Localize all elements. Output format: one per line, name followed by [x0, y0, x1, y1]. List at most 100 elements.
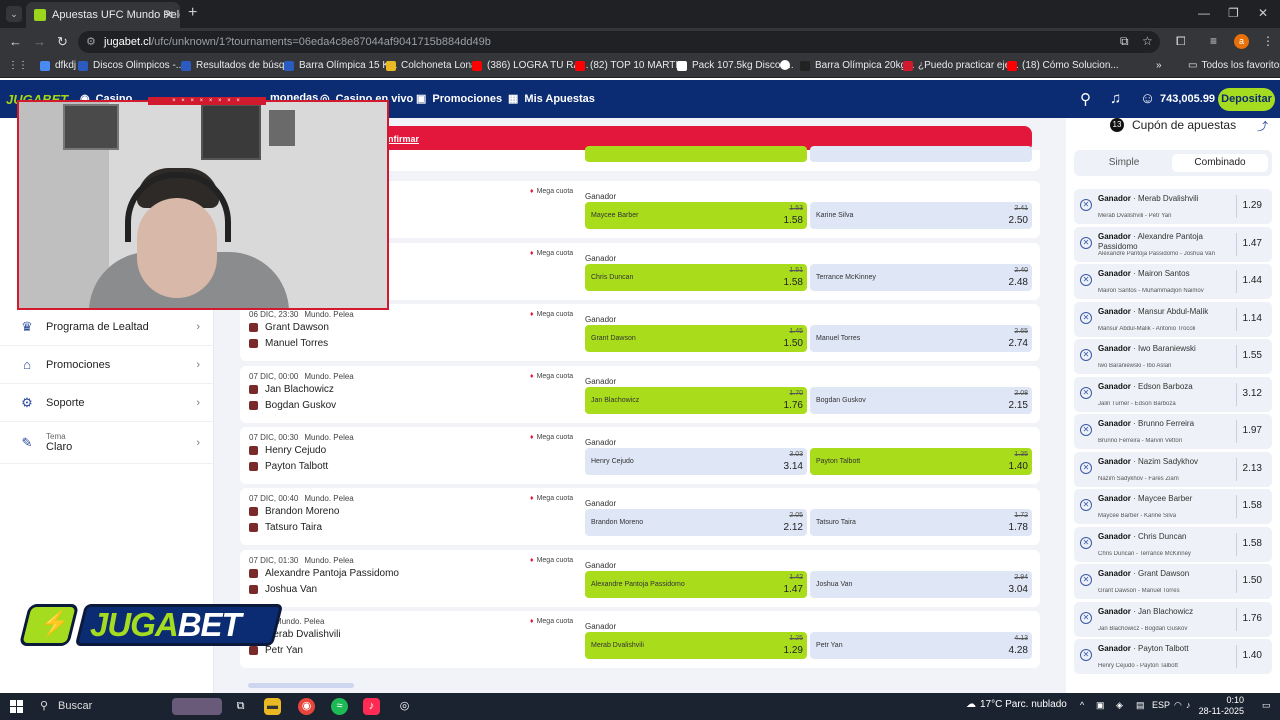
- bookmark-item[interactable]: (386) LOGRA TU RA...: [472, 60, 589, 71]
- user-icon[interactable]: ☺: [1140, 90, 1155, 107]
- deposit-button[interactable]: Depositar: [1218, 88, 1275, 111]
- remove-bet-icon[interactable]: ✕: [1080, 199, 1092, 211]
- chrome-icon[interactable]: ◉: [298, 698, 315, 715]
- fighter-1[interactable]: Grant Dawson: [249, 322, 329, 333]
- remove-bet-icon[interactable]: ✕: [1080, 349, 1092, 361]
- bookmark-item[interactable]: Barra Olímpica 15 K...: [284, 60, 397, 71]
- remove-bet-icon[interactable]: ✕: [1080, 386, 1092, 399]
- profile-avatar[interactable]: a: [1234, 34, 1249, 49]
- odd-button[interactable]: Maycee Barber 1.53 1.58: [585, 202, 807, 229]
- remove-bet-icon[interactable]: ✕: [1080, 611, 1092, 624]
- odd-button[interactable]: Joshua Van 2.94 3.04: [810, 571, 1032, 598]
- bookmark-item[interactable]: ¿Puedo practicar eje...: [903, 60, 1019, 71]
- odd-button[interactable]: Tatsuro Taira 1.72 1.78: [810, 509, 1032, 536]
- sidebar-item-promociones[interactable]: ⌂ Promociones ›: [0, 346, 214, 384]
- bookmark-item[interactable]: dfkdj: [40, 60, 76, 71]
- odd-button[interactable]: Brandon Moreno 2.05 2.12: [585, 509, 807, 536]
- sidebar-item-theme[interactable]: ✎ Tema Claro ›: [0, 422, 214, 464]
- fighter-2[interactable]: Petr Yan: [249, 645, 303, 656]
- browser-tab-active[interactable]: Apuestas UFC Mundo Pelea en ✕: [26, 2, 180, 28]
- nav-mis-apuestas[interactable]: ▦ Mis Apuestas: [508, 92, 595, 105]
- tray-app-icon[interactable]: ▤: [1136, 700, 1145, 711]
- obs-icon[interactable]: ◎: [396, 698, 413, 715]
- forward-icon[interactable]: →: [33, 34, 46, 49]
- windows-start-icon[interactable]: [10, 700, 23, 713]
- bookmark-item[interactable]: Discos Olimpicos -...: [78, 60, 184, 71]
- tab-combinado[interactable]: Combinado: [1172, 154, 1268, 172]
- search-icon[interactable]: ⚲: [1080, 90, 1091, 108]
- odd-button[interactable]: Henry Cejudo 3.03 3.14: [585, 448, 807, 475]
- taskbar-clock[interactable]: 0:10 28-11-2025: [1198, 695, 1244, 717]
- remove-bet-icon[interactable]: ✕: [1080, 499, 1092, 511]
- odd-button[interactable]: Bogdan Guskov 2.08 2.15: [810, 387, 1032, 414]
- task-view-icon[interactable]: ⧉: [232, 698, 249, 715]
- bookmark-item[interactable]: (18) Cómo Solucion...: [1007, 60, 1119, 71]
- tab-simple[interactable]: Simple: [1076, 154, 1172, 172]
- odd-button[interactable]: Manuel Torres 2.65 2.74: [810, 325, 1032, 352]
- more-bookmarks-icon[interactable]: »: [1156, 60, 1162, 71]
- share-icon[interactable]: ⤴: [1257, 118, 1268, 134]
- install-app-icon[interactable]: ⧉: [1120, 34, 1129, 49]
- odd-button[interactable]: Chris Duncan 1.51 1.58: [585, 264, 807, 291]
- file-explorer-icon[interactable]: ▬: [264, 698, 281, 715]
- all-favorites-folder[interactable]: ▭ Todos los favoritos: [1188, 60, 1280, 71]
- restore-icon[interactable]: ❐: [1228, 6, 1239, 20]
- remove-bet-icon[interactable]: ✕: [1080, 274, 1092, 286]
- extensions-icon[interactable]: ⧠: [1176, 34, 1186, 49]
- close-window-icon[interactable]: ✕: [1258, 6, 1268, 20]
- tray-app-icon[interactable]: ▣: [1096, 700, 1105, 711]
- fighter-1[interactable]: Jan Blachowicz: [249, 384, 334, 395]
- address-bar[interactable]: ⚙ jugabet.cl/ufc/unknown/1?tournaments=0…: [78, 31, 1160, 53]
- fighter-2[interactable]: Tatsuro Taira: [249, 522, 322, 533]
- bell-icon[interactable]: ♫: [1110, 90, 1121, 107]
- balance[interactable]: 743,005.99 $: [1160, 93, 1224, 105]
- minimize-icon[interactable]: —: [1198, 6, 1210, 20]
- bookmark-item[interactable]: [780, 60, 795, 70]
- menu-kebab-icon[interactable]: ⋮: [1262, 34, 1274, 48]
- fighter-2[interactable]: Payton Talbott: [249, 461, 328, 472]
- fighter-2[interactable]: Manuel Torres: [249, 338, 328, 349]
- wifi-icon[interactable]: ◠: [1174, 700, 1182, 711]
- bookmark-star-icon[interactable]: ☆: [1142, 34, 1153, 48]
- nav-promociones[interactable]: ▣ Promociones: [416, 92, 502, 105]
- reload-icon[interactable]: ↻: [57, 34, 68, 50]
- remove-bet-icon[interactable]: ✕: [1080, 424, 1092, 436]
- remove-bet-icon[interactable]: ✕: [1080, 574, 1092, 586]
- remove-bet-icon[interactable]: ✕: [1080, 311, 1092, 324]
- odd-button[interactable]: [810, 146, 1032, 162]
- site-info-icon[interactable]: ⚙: [86, 31, 96, 53]
- spotify-icon[interactable]: ≈: [331, 698, 348, 715]
- fighter-1[interactable]: Henry Cejudo: [249, 445, 326, 456]
- odd-button[interactable]: Payton Talbott 1.35 1.40: [810, 448, 1032, 475]
- apps-grid-icon[interactable]: ⋮⋮: [8, 60, 28, 71]
- tray-app-icon[interactable]: ◈: [1116, 700, 1123, 711]
- fighter-2[interactable]: Bogdan Guskov: [249, 400, 336, 411]
- fighter-1[interactable]: Alexandre Pantoja Passidomo: [249, 568, 399, 579]
- remove-bet-icon[interactable]: ✕: [1080, 461, 1092, 474]
- sidebar-item-loyalty[interactable]: ♛ Programa de Lealtad ›: [0, 308, 214, 346]
- media-icon[interactable]: ≡: [1210, 34, 1217, 48]
- fighter-2[interactable]: Joshua Van: [249, 584, 317, 595]
- tab-list-icon[interactable]: ⌄: [6, 6, 22, 22]
- odd-button[interactable]: Karine Silva 2.41 2.50: [810, 202, 1032, 229]
- remove-bet-icon[interactable]: ✕: [1080, 649, 1092, 661]
- bookmark-item[interactable]: Colchoneta Lona: [386, 60, 477, 71]
- close-tab-icon[interactable]: ✕: [164, 8, 174, 22]
- back-icon[interactable]: ←: [9, 34, 22, 49]
- bookmark-item[interactable]: Barra Olímpica 20kg...: [800, 60, 914, 71]
- odd-button[interactable]: [585, 146, 807, 162]
- weather-widget[interactable]: ☁ 17°C Parc. nublado: [966, 699, 1067, 710]
- new-tab-icon[interactable]: +: [188, 4, 197, 22]
- remove-bet-icon[interactable]: ✕: [1080, 236, 1092, 249]
- fighter-1[interactable]: Brandon Moreno: [249, 506, 340, 517]
- odd-button[interactable]: Grant Dawson 1.45 1.50: [585, 325, 807, 352]
- horizontal-scrollbar[interactable]: [248, 683, 354, 688]
- sidebar-item-soporte[interactable]: ⚙ Soporte ›: [0, 384, 214, 422]
- volume-icon[interactable]: ♪: [1186, 700, 1191, 710]
- language-indicator[interactable]: ESP: [1152, 700, 1170, 710]
- odd-button[interactable]: Petr Yan 4.13 4.28: [810, 632, 1032, 659]
- notifications-icon[interactable]: ▭: [1262, 700, 1271, 711]
- tray-chevron-icon[interactable]: ^: [1080, 700, 1084, 710]
- odd-button[interactable]: Jan Blachowicz 1.70 1.76: [585, 387, 807, 414]
- search-highlight-image[interactable]: [172, 698, 222, 715]
